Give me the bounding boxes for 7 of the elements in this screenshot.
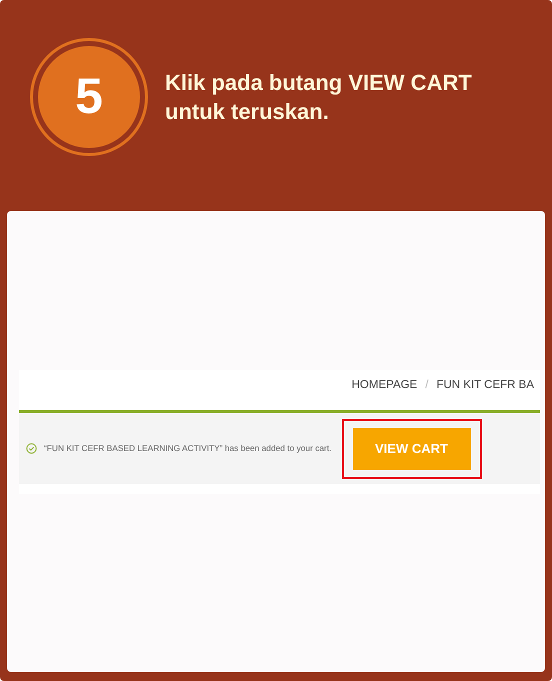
- breadcrumb-separator: /: [425, 378, 428, 394]
- check-icon: [26, 443, 37, 454]
- breadcrumb-link[interactable]: FUN KIT CEFR BA: [436, 377, 534, 395]
- instruction-text: Klik pada butang VIEW CART untuk teruskan.: [165, 68, 473, 126]
- step-number: 5: [38, 46, 140, 148]
- notice-message: “FUN KIT CEFR BASED LEARNING ACTIVITY” has been added to your cart.: [44, 442, 332, 455]
- breadcrumb-link[interactable]: HOMEPAGE: [352, 377, 418, 395]
